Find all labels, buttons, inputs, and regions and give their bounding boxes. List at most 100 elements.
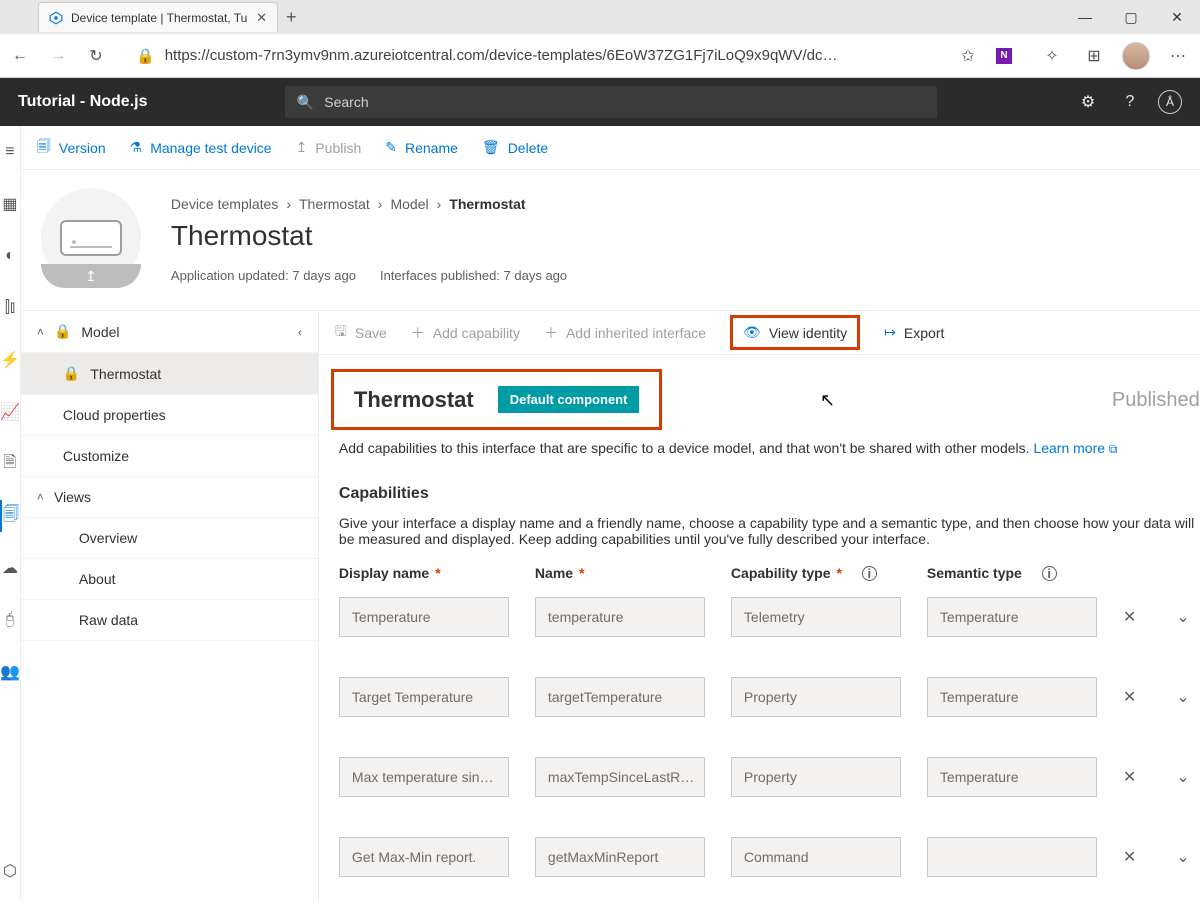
search-box[interactable]: 🔍 Search (285, 86, 937, 118)
close-window-button[interactable]: ✕ (1154, 0, 1200, 34)
name-input[interactable]: getMaxMinReport (535, 837, 705, 877)
account-icon[interactable]: Å (1158, 90, 1182, 114)
tree-node-thermostat[interactable]: 🔒Thermostat (21, 353, 318, 395)
favorites-bar-button[interactable]: ✧ (1038, 46, 1066, 66)
tree-node-model[interactable]: ˄🔒Model ‹ (21, 311, 318, 353)
profile-avatar[interactable] (1122, 42, 1150, 70)
breadcrumb: Device templates› Thermostat› Model› The… (171, 196, 567, 212)
col-capability-type: Capability type * i (731, 565, 901, 581)
chevron-left-icon[interactable]: ‹ (298, 325, 302, 339)
export-icon: ↦ (884, 324, 896, 341)
delete-button[interactable]: 🗑Delete (482, 139, 548, 156)
address-bar[interactable]: 🔒 https://custom-7rn3ymv9nm.azureiotcent… (122, 40, 940, 72)
tree-node-cloud-properties[interactable]: Cloud properties (21, 395, 318, 436)
add-inherited-interface-button: ＋Add inherited interface (544, 323, 706, 343)
semantic-type-select[interactable]: Temperature (927, 677, 1097, 717)
more-button[interactable]: ⋯ (1164, 46, 1192, 66)
expand-row-icon[interactable]: ⌄ (1176, 607, 1189, 627)
close-tab-icon[interactable]: ✕ (256, 10, 267, 26)
rail-export-icon[interactable]: ☁ (0, 552, 20, 584)
content-area: 🖫Save ＋Add capability ＋Add inherited int… (319, 311, 1200, 901)
name-input[interactable]: temperature (535, 597, 705, 637)
tree-node-raw-data[interactable]: Raw data (21, 600, 318, 641)
maximize-button[interactable]: ▢ (1108, 0, 1154, 34)
delete-row-icon[interactable]: ✕ (1123, 767, 1136, 787)
expand-row-icon[interactable]: ⌄ (1176, 847, 1189, 867)
favorite-button[interactable]: ✩ (954, 46, 982, 66)
refresh-button[interactable]: ↻ (84, 46, 108, 66)
info-icon[interactable]: i (862, 566, 877, 581)
crumb-link[interactable]: Device templates (171, 196, 278, 212)
tree-node-overview[interactable]: Overview (21, 518, 318, 559)
page-title: Thermostat (171, 220, 567, 252)
tree-node-views[interactable]: ˄Views (21, 477, 318, 518)
window-controls: — ▢ ✕ (1062, 0, 1200, 34)
help-icon[interactable]: ? (1116, 93, 1144, 111)
capability-type-select[interactable]: Property (731, 677, 901, 717)
capabilities-description: Give your interface a display name and a… (319, 509, 1200, 565)
tree-node-about[interactable]: About (21, 559, 318, 600)
rail-admin-icon[interactable]: 🖯 (0, 604, 20, 636)
semantic-type-select[interactable]: Temperature (927, 597, 1097, 637)
flask-icon: ⚗ (130, 139, 143, 156)
semantic-type-select[interactable] (927, 837, 1097, 877)
rail-dashboard-icon[interactable]: ▦ (0, 188, 20, 220)
forward-button: → (46, 47, 70, 65)
version-button[interactable]: 🗐Version (37, 136, 106, 160)
display-name-input[interactable]: Target Temperature (339, 677, 509, 717)
semantic-type-select[interactable]: Temperature (927, 757, 1097, 797)
onenote-button[interactable]: N (996, 48, 1024, 64)
browser-tab[interactable]: Device template | Thermostat, Tu ✕ (38, 2, 278, 32)
rail-analytics-icon[interactable]: ⫿⫾ (0, 292, 20, 324)
name-input[interactable]: targetTemperature (535, 677, 705, 717)
rail-templates-icon[interactable]: 🗐 (0, 500, 20, 532)
rail-rules-icon[interactable]: 📈 (0, 396, 20, 428)
delete-row-icon[interactable]: ✕ (1123, 607, 1136, 627)
component-description: Add capabilities to this interface that … (319, 430, 1200, 457)
crumb-link[interactable]: Thermostat (299, 196, 370, 212)
capability-row: Max temperature sin… maxTempSinceLastR… … (339, 757, 1200, 797)
rail-jobs-icon[interactable]: ⚡ (0, 344, 20, 376)
rename-button[interactable]: ✎Rename (385, 139, 458, 156)
delete-row-icon[interactable]: ✕ (1123, 847, 1136, 867)
expand-row-icon[interactable]: ⌄ (1176, 767, 1189, 787)
rail-data-icon[interactable]: 🗎 (0, 448, 20, 480)
export-button[interactable]: ↦Export (884, 324, 944, 341)
rail-devices-icon[interactable]: ◐ (0, 240, 20, 272)
expand-row-icon[interactable]: ⌄ (1176, 687, 1189, 707)
tab-title: Device template | Thermostat, Tu (71, 11, 247, 25)
new-tab-button[interactable]: + (286, 7, 297, 28)
view-identity-button[interactable]: 👁View identity (730, 315, 860, 350)
lock-icon: 🔒 (63, 365, 80, 382)
display-name-input[interactable]: Max temperature sin… (339, 757, 509, 797)
capability-type-select[interactable]: Command (731, 837, 901, 877)
back-button[interactable]: ← (8, 47, 32, 65)
manage-test-device-button[interactable]: ⚗Manage test device (130, 139, 272, 156)
lock-icon: 🔒 (54, 323, 71, 340)
capabilities-grid: Display name * Name * Capability type * … (319, 565, 1200, 901)
rail-menu-icon[interactable]: ≡ (0, 136, 20, 168)
capability-type-select[interactable]: Telemetry (731, 597, 901, 637)
delete-row-icon[interactable]: ✕ (1123, 687, 1136, 707)
crumb-link[interactable]: Model (390, 196, 428, 212)
meta-interfaces: Interfaces published: 7 days ago (380, 268, 567, 283)
rail-settings-icon[interactable]: ⬡ (0, 855, 20, 887)
upload-icon: ↥ (296, 139, 308, 156)
upload-overlay-icon[interactable]: ↥ (41, 264, 141, 288)
tree-node-customize[interactable]: Customize (21, 436, 318, 477)
settings-icon[interactable]: ⚙ (1074, 92, 1102, 112)
display-name-input[interactable]: Temperature (339, 597, 509, 637)
display-name-input[interactable]: Get Max-Min report. (339, 837, 509, 877)
capability-type-select[interactable]: Property (731, 757, 901, 797)
chevron-up-icon: ˄ (37, 490, 44, 504)
collections-button[interactable]: ⊞ (1080, 46, 1108, 66)
minimize-button[interactable]: — (1062, 0, 1108, 34)
name-input[interactable]: maxTempSinceLastR… (535, 757, 705, 797)
capability-row: Target Temperature targetTemperature Pro… (339, 677, 1200, 717)
save-button: 🖫Save (335, 321, 387, 345)
learn-more-link[interactable]: Learn more ⧉ (1033, 440, 1117, 456)
info-icon[interactable]: i (1042, 566, 1057, 581)
plus-icon: ＋ (411, 323, 425, 343)
rail-users-icon[interactable]: 👥 (0, 656, 20, 688)
component-name: Thermostat (354, 387, 474, 413)
